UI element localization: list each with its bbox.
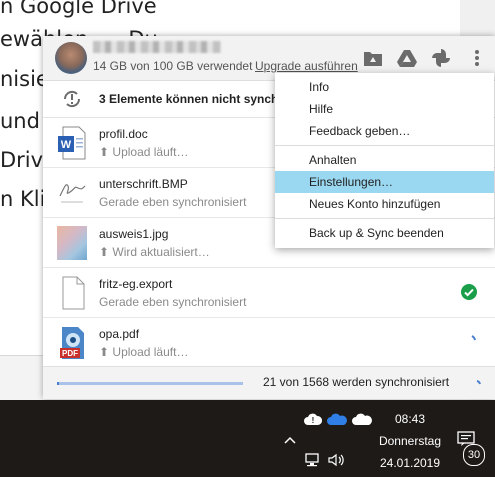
upload-icon: ⬆ <box>99 145 110 159</box>
sync-progress-bar <box>57 382 243 385</box>
synced-check-icon <box>461 284 477 300</box>
menu-item-quit[interactable]: Back up & Sync beenden <box>275 222 494 244</box>
upload-icon: ⬆ <box>99 245 110 259</box>
syncing-spinner-icon <box>471 377 481 387</box>
network-icon[interactable] <box>304 452 322 468</box>
notification-count-badge: 30 <box>463 444 485 466</box>
svg-text:PDF: PDF <box>62 349 78 358</box>
menu-item-add-account[interactable]: Neues Konto hinzufügen <box>275 193 494 215</box>
more-vert-icon[interactable] <box>467 48 487 68</box>
doc-line: n Google Drive <box>0 0 157 18</box>
sync-footer: 21 von 1568 werden synchronisiert <box>43 366 495 399</box>
onedrive-personal-icon[interactable] <box>352 410 372 428</box>
file-status: ⬆ Upload läuft… <box>99 345 188 359</box>
account-email-redacted <box>93 41 221 53</box>
settings-menu: Info Hilfe Feedback geben… Anhalten Eins… <box>275 73 494 248</box>
syncing-spinner-icon <box>461 334 477 350</box>
file-status-text: Upload läuft… <box>112 345 189 359</box>
folder-drive-icon[interactable] <box>363 48 383 68</box>
menu-item-pause[interactable]: Anhalten <box>275 149 494 171</box>
storage-usage-text: 14 GB von 100 GB verwendet <box>93 59 253 73</box>
sync-problem-icon <box>61 90 83 108</box>
volume-icon[interactable] <box>327 452 347 468</box>
clock-time[interactable]: 08:43 <box>382 412 438 426</box>
file-name: opa.pdf <box>99 327 140 341</box>
sync-status-text: 21 von 1568 werden synchronisiert <box>263 375 450 389</box>
svg-text:W: W <box>61 139 72 151</box>
backup-sync-icon[interactable]: ! <box>304 410 322 428</box>
file-row[interactable]: fritz-eg.export Gerade eben synchronisie… <box>43 268 495 318</box>
blank-file-icon <box>57 276 87 310</box>
doc-line: Driv <box>0 148 44 172</box>
file-row[interactable]: PDF opa.pdf ⬆ Upload läuft… <box>43 318 495 367</box>
google-drive-icon[interactable] <box>397 48 417 68</box>
file-status-text: Upload läuft… <box>112 145 189 159</box>
photos-pinwheel-icon[interactable] <box>431 48 451 68</box>
word-doc-icon: W <box>57 126 87 160</box>
menu-item-info[interactable]: Info <box>275 76 494 98</box>
file-status: ⬆ Upload läuft… <box>99 145 188 159</box>
menu-divider <box>275 145 494 146</box>
file-status-text: Wird aktualisiert… <box>112 245 210 259</box>
upgrade-link[interactable]: Upgrade ausführen <box>255 59 358 73</box>
doc-line: n Kli <box>0 187 46 211</box>
taskbar: ! 08:43 Donnerstag 24.01.2019 30 <box>0 400 495 477</box>
chevron-up-icon[interactable] <box>282 432 298 448</box>
file-name: profil.doc <box>99 127 148 141</box>
doc-line: nisie <box>0 67 49 91</box>
svg-text:!: ! <box>312 416 315 425</box>
file-name: unterschrift.BMP <box>99 177 188 191</box>
onedrive-icon[interactable] <box>327 410 347 428</box>
menu-item-help[interactable]: Hilfe <box>275 98 494 120</box>
avatar[interactable] <box>55 42 87 74</box>
file-name: ausweis1.jpg <box>99 227 169 241</box>
file-status: ⬆ Wird aktualisiert… <box>99 245 210 259</box>
sync-progress-fill <box>57 382 59 385</box>
clock-day[interactable]: Donnerstag <box>375 434 445 448</box>
menu-divider <box>275 218 494 219</box>
file-name: fritz-eg.export <box>99 277 173 291</box>
signature-image-icon <box>57 176 87 210</box>
upload-icon: ⬆ <box>99 345 110 359</box>
photo-thumbnail-icon <box>57 226 87 260</box>
clock-date[interactable]: 24.01.2019 <box>375 456 445 470</box>
menu-item-feedback[interactable]: Feedback geben… <box>275 120 494 142</box>
file-status-text: Gerade eben synchronisiert <box>99 295 247 309</box>
file-status-text: Gerade eben synchronisiert <box>99 195 247 209</box>
sync-warning-text: 3 Elemente können nicht synchro <box>99 92 291 106</box>
menu-item-settings[interactable]: Einstellungen… <box>275 171 494 193</box>
pdf-file-icon: PDF <box>57 326 87 360</box>
